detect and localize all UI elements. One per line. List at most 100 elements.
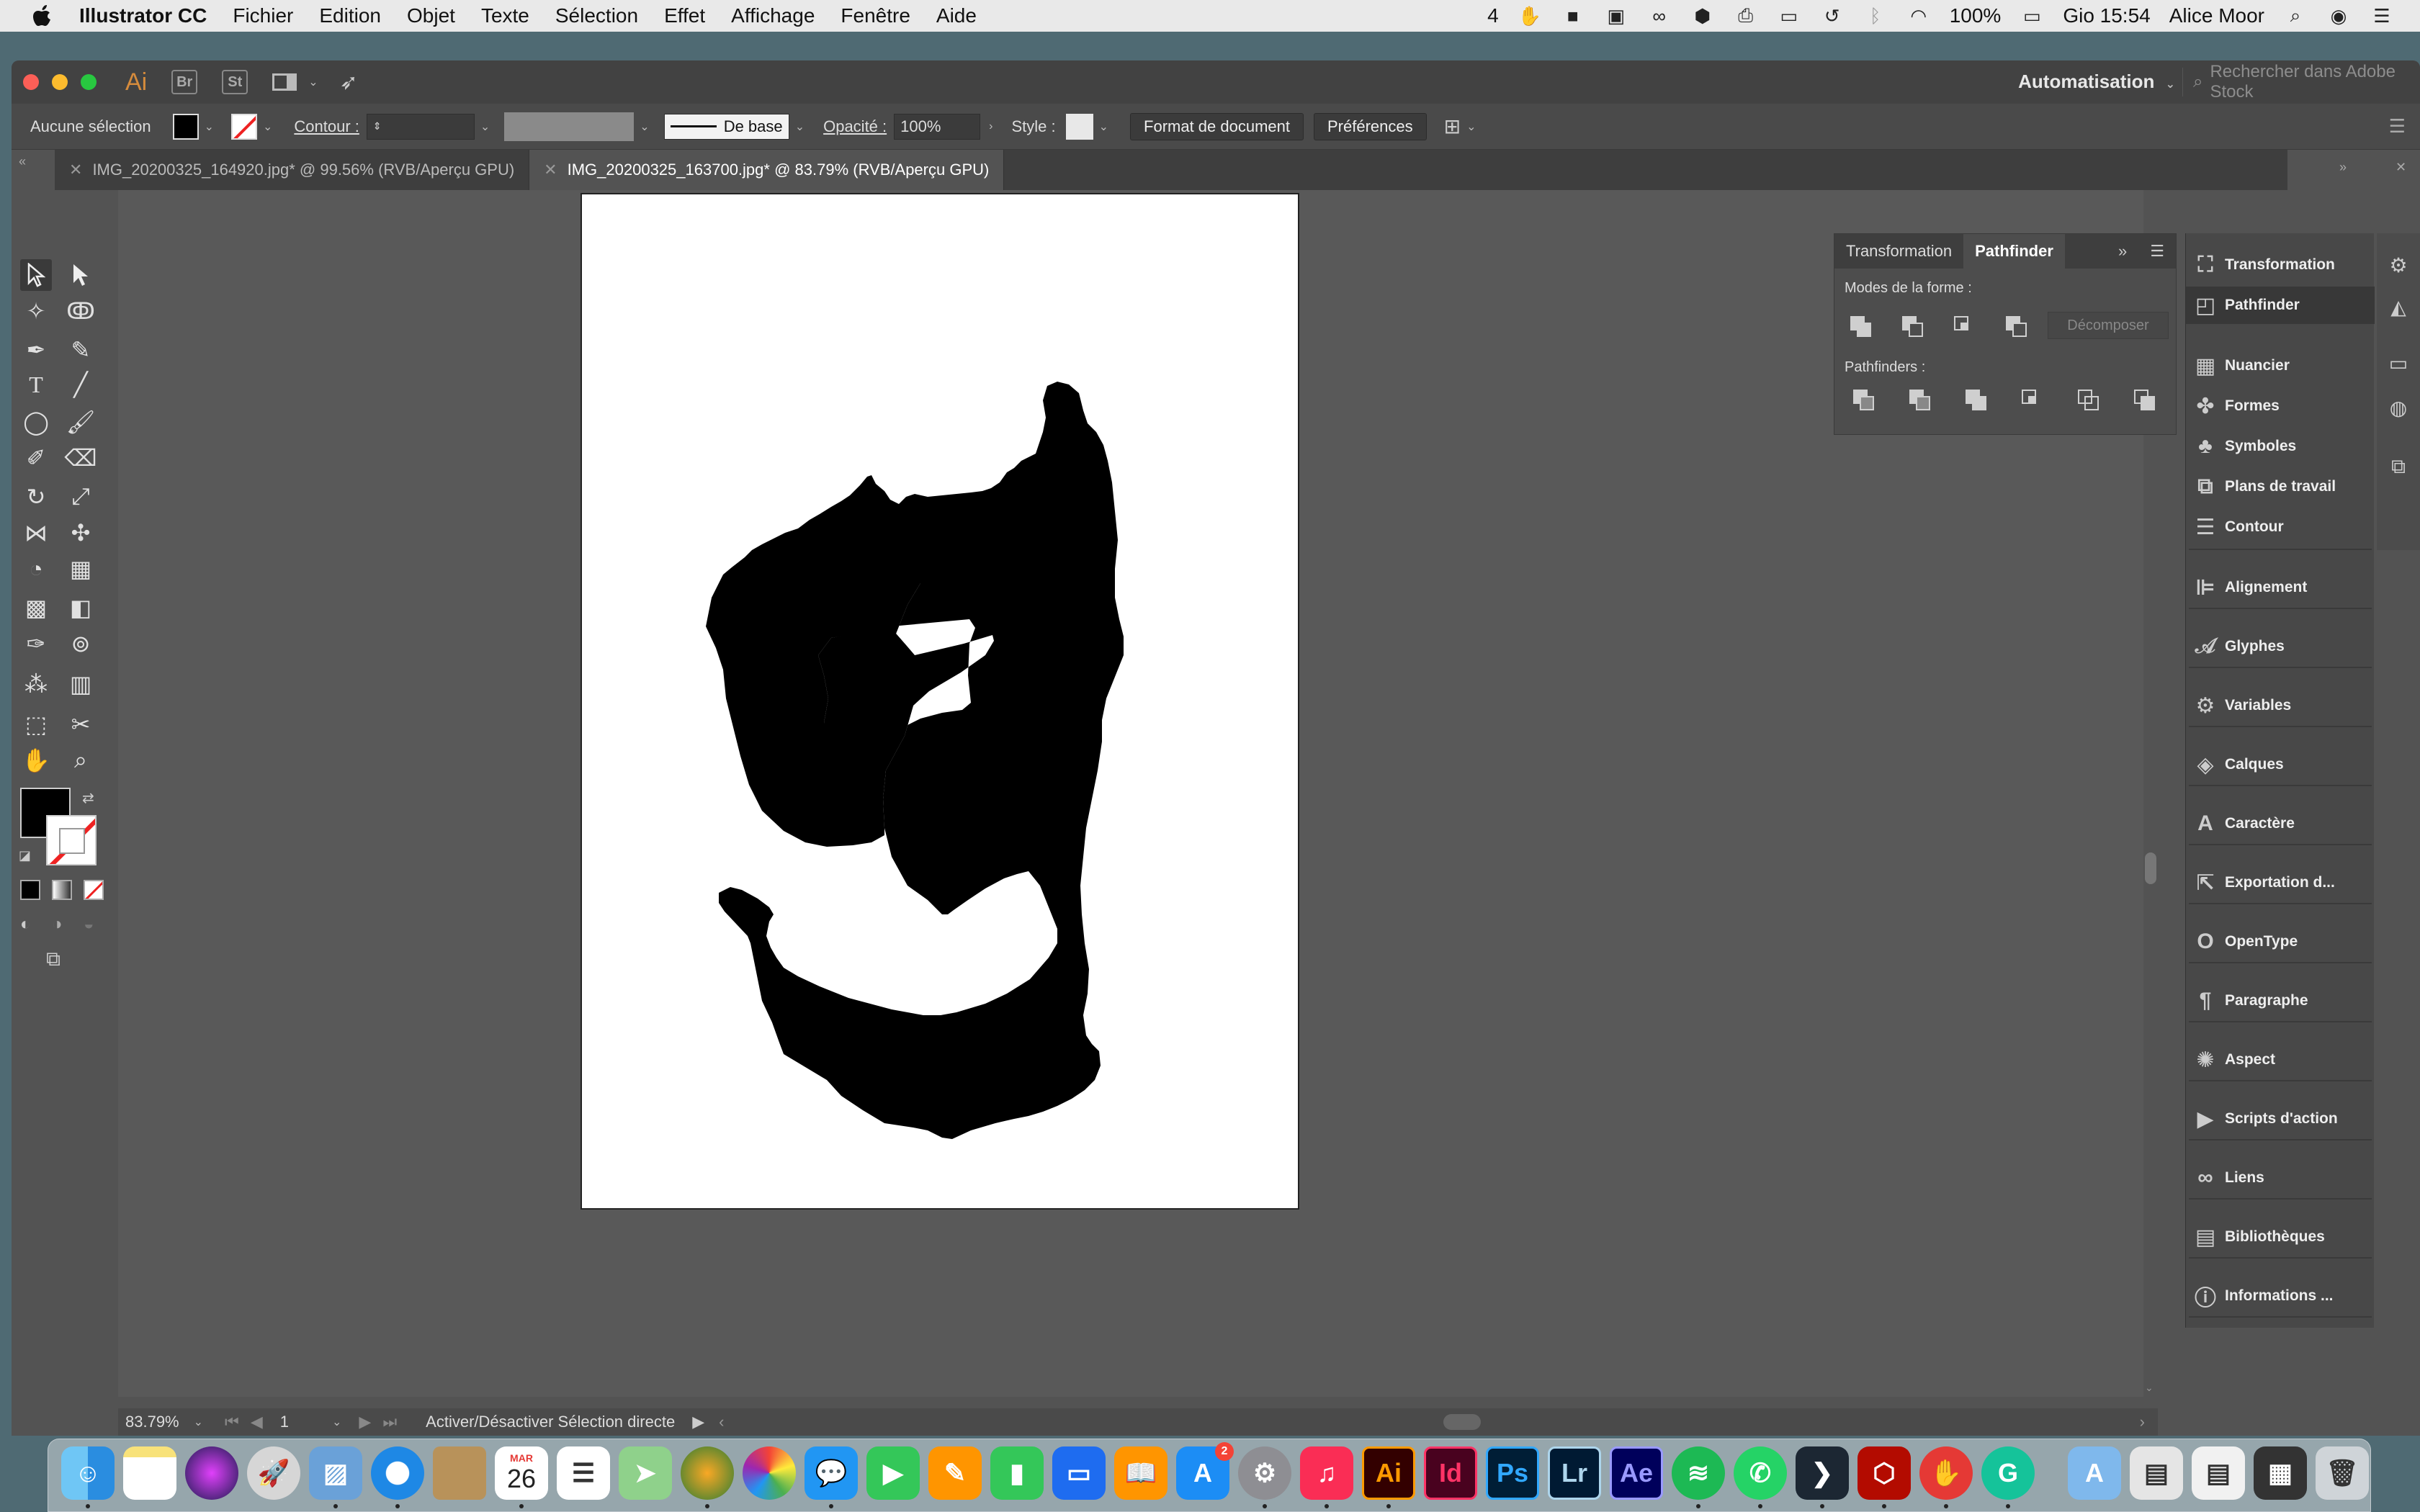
terminal-app-icon[interactable]: ❯ bbox=[1796, 1446, 1849, 1500]
panel-item-swatches[interactable]: ▦ Nuancier bbox=[2186, 347, 2375, 384]
panel-item-variables[interactable]: ⚙ Variables bbox=[2186, 687, 2375, 724]
indesign-icon[interactable]: Id bbox=[1424, 1446, 1477, 1500]
keynote-icon[interactable]: ▭ bbox=[1052, 1446, 1106, 1500]
menu-texte[interactable]: Texte bbox=[481, 4, 529, 27]
launchpad-icon[interactable]: 🚀 bbox=[247, 1446, 300, 1500]
photos-icon[interactable] bbox=[743, 1446, 796, 1500]
downloads-stack-icon[interactable]: ▦ bbox=[2254, 1446, 2307, 1500]
artboard-number[interactable]: 1 bbox=[280, 1413, 289, 1431]
merge-icon[interactable] bbox=[1966, 390, 1987, 411]
preview-icon[interactable]: ▨ bbox=[309, 1446, 362, 1500]
document-setup-button[interactable]: Format de document bbox=[1130, 112, 1304, 140]
panel-item-info[interactable]: ⓘ Informations ... bbox=[2186, 1277, 2375, 1315]
brush-definition[interactable]: De base bbox=[663, 113, 789, 140]
align-options-icon[interactable]: ⊞ bbox=[1444, 114, 1461, 138]
apple-menu-icon[interactable] bbox=[29, 1, 58, 30]
gradient-tool-icon[interactable]: ◧ bbox=[65, 592, 97, 624]
menu-selection[interactable]: Sélection bbox=[555, 4, 638, 27]
rotate-tool-icon[interactable]: ↻ bbox=[20, 481, 52, 513]
spotify-icon[interactable]: ≋ bbox=[1672, 1446, 1725, 1500]
perspective-grid-tool-icon[interactable]: ▦ bbox=[65, 553, 97, 585]
hand-icon[interactable]: ✋ bbox=[1518, 5, 1542, 27]
draw-behind-icon[interactable]: ◑ bbox=[52, 914, 63, 935]
battery-icon[interactable]: ▭ bbox=[2020, 5, 2044, 27]
blend-tool-icon[interactable]: ⊚ bbox=[65, 628, 97, 660]
color-guide-icon[interactable]: ⚙ bbox=[2387, 253, 2410, 276]
stroke-color-box[interactable] bbox=[46, 815, 97, 865]
crop-icon[interactable] bbox=[2022, 390, 2043, 411]
menu-affichage[interactable]: Affichage bbox=[731, 4, 815, 27]
panel-item-actions[interactable]: ▶ Scripts d'action bbox=[2186, 1100, 2375, 1138]
menu-aide[interactable]: Aide bbox=[936, 4, 977, 27]
arrange-documents-button[interactable]: ⌄ bbox=[272, 73, 318, 91]
panel-item-align[interactable]: ⊫ Alignement bbox=[2186, 569, 2375, 606]
scale-tool-icon[interactable]: ⤢ bbox=[65, 481, 97, 513]
none-mode-button[interactable] bbox=[84, 880, 104, 900]
zoom-level[interactable]: 83.79% bbox=[125, 1413, 179, 1431]
menu-fichier[interactable]: Fichier bbox=[233, 4, 293, 27]
applications-folder-icon[interactable]: A bbox=[2068, 1446, 2121, 1500]
eraser-tool-icon[interactable]: ⌫ bbox=[64, 442, 97, 474]
shape-builder-tool-icon[interactable]: ◔ bbox=[20, 553, 52, 585]
panel-item-transform[interactable]: ⛶ Transformation bbox=[2186, 246, 2375, 284]
column-graph-tool-icon[interactable]: ▥ bbox=[65, 668, 97, 700]
stock-button[interactable]: St bbox=[222, 70, 248, 94]
lasso-tool-icon[interactable]: ↂ bbox=[65, 295, 97, 327]
vertical-scroll-thumb[interactable] bbox=[2145, 852, 2156, 884]
system-preferences-icon[interactable]: ⚙ bbox=[1238, 1446, 1291, 1500]
puppet-warp-tool-icon[interactable]: ✣ bbox=[65, 517, 97, 549]
chevron-down-icon[interactable]: ⌄ bbox=[332, 1415, 341, 1429]
artboard[interactable] bbox=[581, 193, 1299, 1210]
panel-item-appearance[interactable]: ✺ Aspect bbox=[2186, 1041, 2375, 1079]
menu-effet[interactable]: Effet bbox=[664, 4, 705, 27]
color-mode-button[interactable] bbox=[20, 880, 40, 900]
panel-item-paragraph[interactable]: ¶ Paragraphe bbox=[2186, 982, 2375, 1020]
creative-cloud-icon[interactable]: ∞ bbox=[1647, 5, 1672, 27]
workspace-switcher[interactable]: Automatisation ⌄ bbox=[2018, 71, 2175, 93]
screenshots-stack-icon[interactable]: ▤ bbox=[2130, 1446, 2183, 1500]
magic-wand-tool-icon[interactable]: ✧ bbox=[20, 295, 52, 327]
safari-icon[interactable] bbox=[371, 1446, 424, 1500]
scroll-down-icon[interactable]: ⌄ bbox=[2145, 1382, 2154, 1394]
notification-center-icon[interactable]: ☰ bbox=[2370, 5, 2394, 27]
screen-mode-icon[interactable]: ⧉ bbox=[46, 948, 60, 971]
default-fill-stroke-icon[interactable]: ◪ bbox=[19, 848, 31, 863]
chevron-down-icon[interactable]: ⌄ bbox=[205, 120, 214, 134]
slice-tool-icon[interactable]: ✂ bbox=[65, 708, 97, 740]
last-artboard-icon[interactable]: ⏭ bbox=[382, 1413, 397, 1431]
app-menu[interactable]: Illustrator CC bbox=[79, 4, 207, 27]
menu-objet[interactable]: Objet bbox=[407, 4, 455, 27]
contacts-icon[interactable] bbox=[433, 1446, 486, 1500]
bluetooth-icon[interactable]: ᛒ bbox=[1863, 5, 1888, 27]
panel-item-glyphs[interactable]: 𝒜 Glyphes bbox=[2186, 628, 2375, 665]
chevron-down-icon[interactable]: ⌄ bbox=[1099, 120, 1108, 134]
status-count[interactable]: 4 bbox=[1487, 4, 1499, 27]
status-menu-icon[interactable]: ▶ bbox=[692, 1413, 704, 1431]
menu-fenetre[interactable]: Fenêtre bbox=[841, 4, 910, 27]
books-icon[interactable]: 📖 bbox=[1114, 1446, 1168, 1500]
calendar-icon[interactable]: MAR 26 bbox=[495, 1446, 548, 1500]
symbol-sprayer-tool-icon[interactable]: ⁂ bbox=[20, 668, 52, 700]
panel-item-opentype[interactable]: O OpenType bbox=[2186, 923, 2375, 960]
panel-item-artboards[interactable]: ⧉ Plans de travail bbox=[2186, 468, 2375, 505]
reminders-icon[interactable]: ☰ bbox=[557, 1446, 610, 1500]
notes-icon[interactable] bbox=[123, 1446, 176, 1500]
ellipse-tool-icon[interactable]: ◯ bbox=[20, 406, 52, 438]
stroke-weight-field[interactable]: ⇕ bbox=[366, 113, 475, 140]
mesh-tool-icon[interactable]: ▩ bbox=[20, 592, 52, 624]
graphic-style-swatch[interactable] bbox=[1065, 113, 1093, 140]
type-tool-icon[interactable]: T bbox=[20, 369, 52, 400]
wifi-icon[interactable]: ◠ bbox=[1906, 5, 1931, 27]
close-window-button[interactable] bbox=[23, 74, 39, 90]
panel-item-pathfinder[interactable]: ◰ Pathfinder bbox=[2186, 287, 2375, 324]
pages-icon[interactable]: ✎ bbox=[928, 1446, 982, 1500]
chevron-down-icon[interactable]: ⌄ bbox=[795, 120, 805, 134]
tab-transformation[interactable]: Transformation bbox=[1834, 234, 1963, 269]
stock-search[interactable]: ⌕ Rechercher dans Adobe Stock bbox=[2182, 62, 2420, 102]
artboard-tool-icon[interactable]: ⬚ bbox=[20, 708, 52, 740]
line-segment-tool-icon[interactable]: ╱ bbox=[65, 369, 97, 400]
stroke-swatch[interactable] bbox=[230, 113, 257, 140]
close-tab-icon[interactable]: ✕ bbox=[544, 161, 557, 179]
first-artboard-icon[interactable]: ⏮ bbox=[225, 1413, 239, 1431]
horizontal-scroll-thumb[interactable] bbox=[1443, 1414, 1481, 1430]
